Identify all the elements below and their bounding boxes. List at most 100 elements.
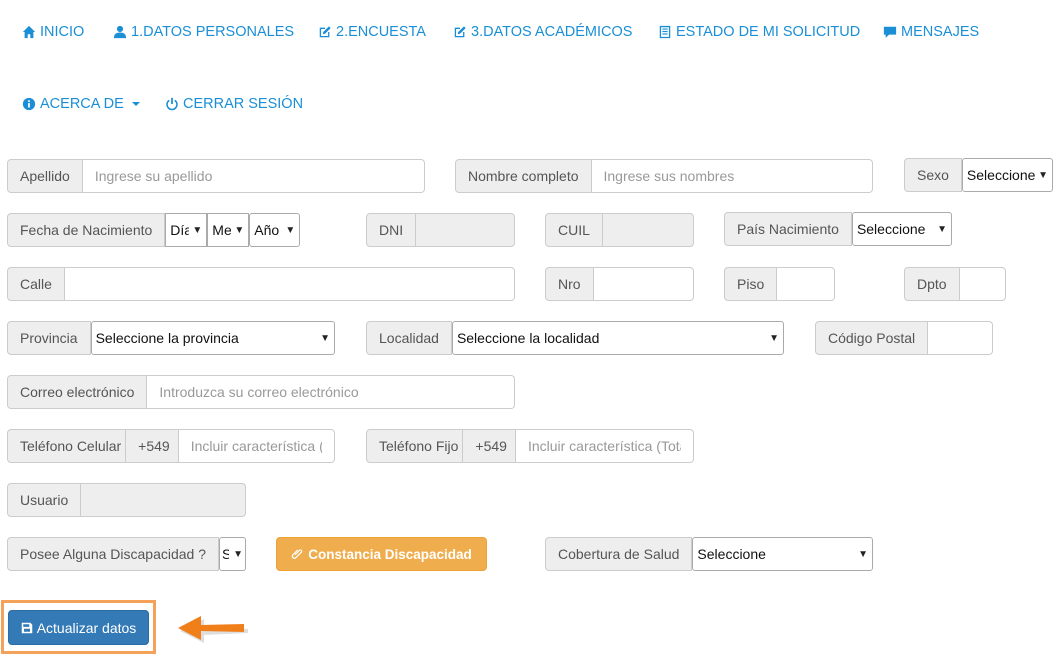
dni-group: DNI bbox=[366, 213, 515, 247]
tel-celular-input[interactable] bbox=[178, 430, 334, 462]
apellido-label: Apellido bbox=[7, 159, 83, 193]
codigo-postal-input[interactable] bbox=[928, 322, 992, 354]
tel-celular-prefix: +549 bbox=[126, 429, 179, 463]
power-icon bbox=[166, 97, 178, 111]
home-icon bbox=[22, 25, 36, 39]
apellido-input[interactable] bbox=[82, 160, 424, 192]
nav-acerca-de[interactable]: ACERCA DE bbox=[22, 96, 140, 112]
calle-input[interactable] bbox=[64, 268, 514, 300]
constancia-discapacidad-button[interactable]: Constancia Discapacidad bbox=[276, 537, 487, 571]
calle-group: Calle bbox=[7, 267, 515, 301]
correo-label: Correo electrónico bbox=[7, 375, 148, 409]
dpto-group: Dpto bbox=[904, 267, 1006, 301]
anio-select[interactable]: Año ▼ bbox=[249, 213, 301, 247]
dpto-label: Dpto bbox=[904, 267, 960, 301]
dpto-input[interactable] bbox=[959, 268, 1005, 300]
dni-input bbox=[416, 214, 514, 246]
mes-select[interactable]: Mes ▼ bbox=[207, 213, 250, 247]
cobertura-select-value: Seleccione bbox=[697, 546, 766, 562]
dni-label: DNI bbox=[366, 213, 417, 247]
piso-label: Piso bbox=[724, 267, 778, 301]
pais-group: País Nacimiento Seleccione ▼ bbox=[724, 212, 952, 246]
dropdown-arrow-icon: ▼ bbox=[320, 332, 330, 344]
nro-group: Nro bbox=[545, 267, 694, 301]
nav-datos-personales-label: 1.DATOS PERSONALES bbox=[131, 24, 295, 40]
nro-label: Nro bbox=[545, 267, 594, 301]
calle-label: Calle bbox=[7, 267, 65, 301]
localidad-label: Localidad bbox=[366, 321, 452, 355]
fecha-group: Fecha de Nacimiento Día ▼ Mes ▼ Año ▼ bbox=[7, 213, 301, 247]
correo-input[interactable] bbox=[147, 376, 514, 408]
pais-select-value: Seleccione bbox=[856, 221, 926, 237]
nav-mensajes-label: MENSAJES bbox=[901, 24, 980, 40]
cuil-label: CUIL bbox=[545, 213, 603, 247]
dia-select[interactable]: Día ▼ bbox=[165, 213, 208, 247]
edit-icon bbox=[454, 26, 466, 38]
nav-estado-solicitud[interactable]: ESTADO DE MI SOLICITUD bbox=[658, 24, 860, 40]
cobertura-label: Cobertura de Salud bbox=[545, 537, 693, 571]
nombre-label: Nombre completo bbox=[455, 159, 592, 193]
discapacidad-select-value: Si bbox=[222, 546, 229, 562]
fecha-label: Fecha de Nacimiento bbox=[7, 213, 166, 247]
dropdown-arrow-icon: ▼ bbox=[769, 332, 779, 344]
nav-mensajes[interactable]: MENSAJES bbox=[883, 24, 979, 40]
tel-fijo-group: Teléfono Fijo +549 bbox=[366, 429, 694, 463]
nav-encuesta[interactable]: 2.ENCUESTA bbox=[318, 24, 426, 40]
dia-select-value: Día bbox=[170, 222, 189, 238]
usuario-label: Usuario bbox=[7, 483, 82, 517]
dropdown-arrow-icon: ▼ bbox=[858, 548, 868, 560]
localidad-group: Localidad Seleccione la localidad ▼ bbox=[366, 321, 784, 355]
nav-datos-academicos-label: 3.DATOS ACADÉMICOS bbox=[471, 24, 633, 40]
discapacidad-label: Posee Alguna Discapacidad ? bbox=[7, 537, 220, 571]
tel-fijo-prefix: +549 bbox=[463, 429, 516, 463]
info-icon bbox=[22, 97, 36, 111]
tel-celular-group: Teléfono Celular +549 bbox=[7, 429, 335, 463]
dropdown-arrow-icon: ▼ bbox=[192, 224, 203, 236]
nav-cerrar-sesion[interactable]: CERRAR SESIÓN bbox=[165, 96, 303, 112]
dropdown-arrow-icon: ▼ bbox=[285, 224, 296, 236]
arrow-left-icon bbox=[178, 616, 248, 643]
piso-group: Piso bbox=[724, 267, 835, 301]
anio-select-value: Año bbox=[254, 222, 280, 238]
nav-acerca-de-label: ACERCA DE bbox=[40, 96, 124, 112]
tel-celular-label: Teléfono Celular bbox=[7, 429, 127, 463]
sexo-select-value: Seleccione bbox=[966, 167, 1036, 183]
nav-encuesta-label: 2.ENCUESTA bbox=[336, 24, 426, 40]
pais-select[interactable]: Seleccione ▼ bbox=[851, 212, 952, 246]
tel-fijo-label: Teléfono Fijo bbox=[366, 429, 464, 463]
list-icon bbox=[659, 25, 671, 39]
nav-datos-personales[interactable]: 1.DATOS PERSONALES bbox=[113, 24, 294, 40]
localidad-select-value: Seleccione la localidad bbox=[456, 330, 600, 346]
provincia-select[interactable]: Seleccione la provincia ▼ bbox=[90, 321, 335, 355]
discapacidad-group: Posee Alguna Discapacidad ? Si ▼ bbox=[7, 537, 246, 571]
provincia-label: Provincia bbox=[7, 321, 91, 355]
nav-cerrar-sesion-label: CERRAR SESIÓN bbox=[183, 96, 304, 112]
nav-inicio[interactable]: INICIO bbox=[22, 24, 84, 40]
piso-input[interactable] bbox=[777, 268, 834, 300]
sexo-group: Sexo Seleccione ▼ bbox=[904, 158, 1053, 192]
nombre-input[interactable] bbox=[591, 160, 872, 192]
caret-down-icon bbox=[131, 102, 140, 106]
nombre-group: Nombre completo bbox=[455, 159, 873, 193]
dropdown-arrow-icon: ▼ bbox=[937, 223, 947, 235]
discapacidad-select[interactable]: Si ▼ bbox=[219, 537, 246, 571]
sexo-select[interactable]: Seleccione ▼ bbox=[961, 158, 1053, 192]
usuario-group: Usuario bbox=[7, 483, 246, 517]
save-icon bbox=[21, 622, 32, 633]
sexo-label: Sexo bbox=[904, 158, 962, 192]
localidad-select[interactable]: Seleccione la localidad ▼ bbox=[451, 321, 784, 355]
cobertura-group: Cobertura de Salud Seleccione ▼ bbox=[545, 537, 873, 571]
actualizar-datos-button[interactable]: Actualizar datos bbox=[8, 610, 149, 645]
mes-select-value: Mes bbox=[212, 222, 232, 238]
provincia-select-value: Seleccione la provincia bbox=[95, 330, 239, 346]
edit-icon bbox=[319, 26, 331, 38]
pais-label: País Nacimiento bbox=[724, 212, 852, 246]
codigo-postal-group: Código Postal bbox=[815, 321, 993, 355]
cobertura-select[interactable]: Seleccione ▼ bbox=[692, 537, 873, 571]
tel-fijo-input[interactable] bbox=[515, 430, 693, 462]
apellido-group: Apellido bbox=[7, 159, 425, 193]
nav-estado-solicitud-label: ESTADO DE MI SOLICITUD bbox=[676, 24, 861, 40]
nro-input[interactable] bbox=[593, 268, 693, 300]
nav-datos-academicos[interactable]: 3.DATOS ACADÉMICOS bbox=[453, 24, 632, 40]
comment-icon bbox=[883, 26, 897, 38]
